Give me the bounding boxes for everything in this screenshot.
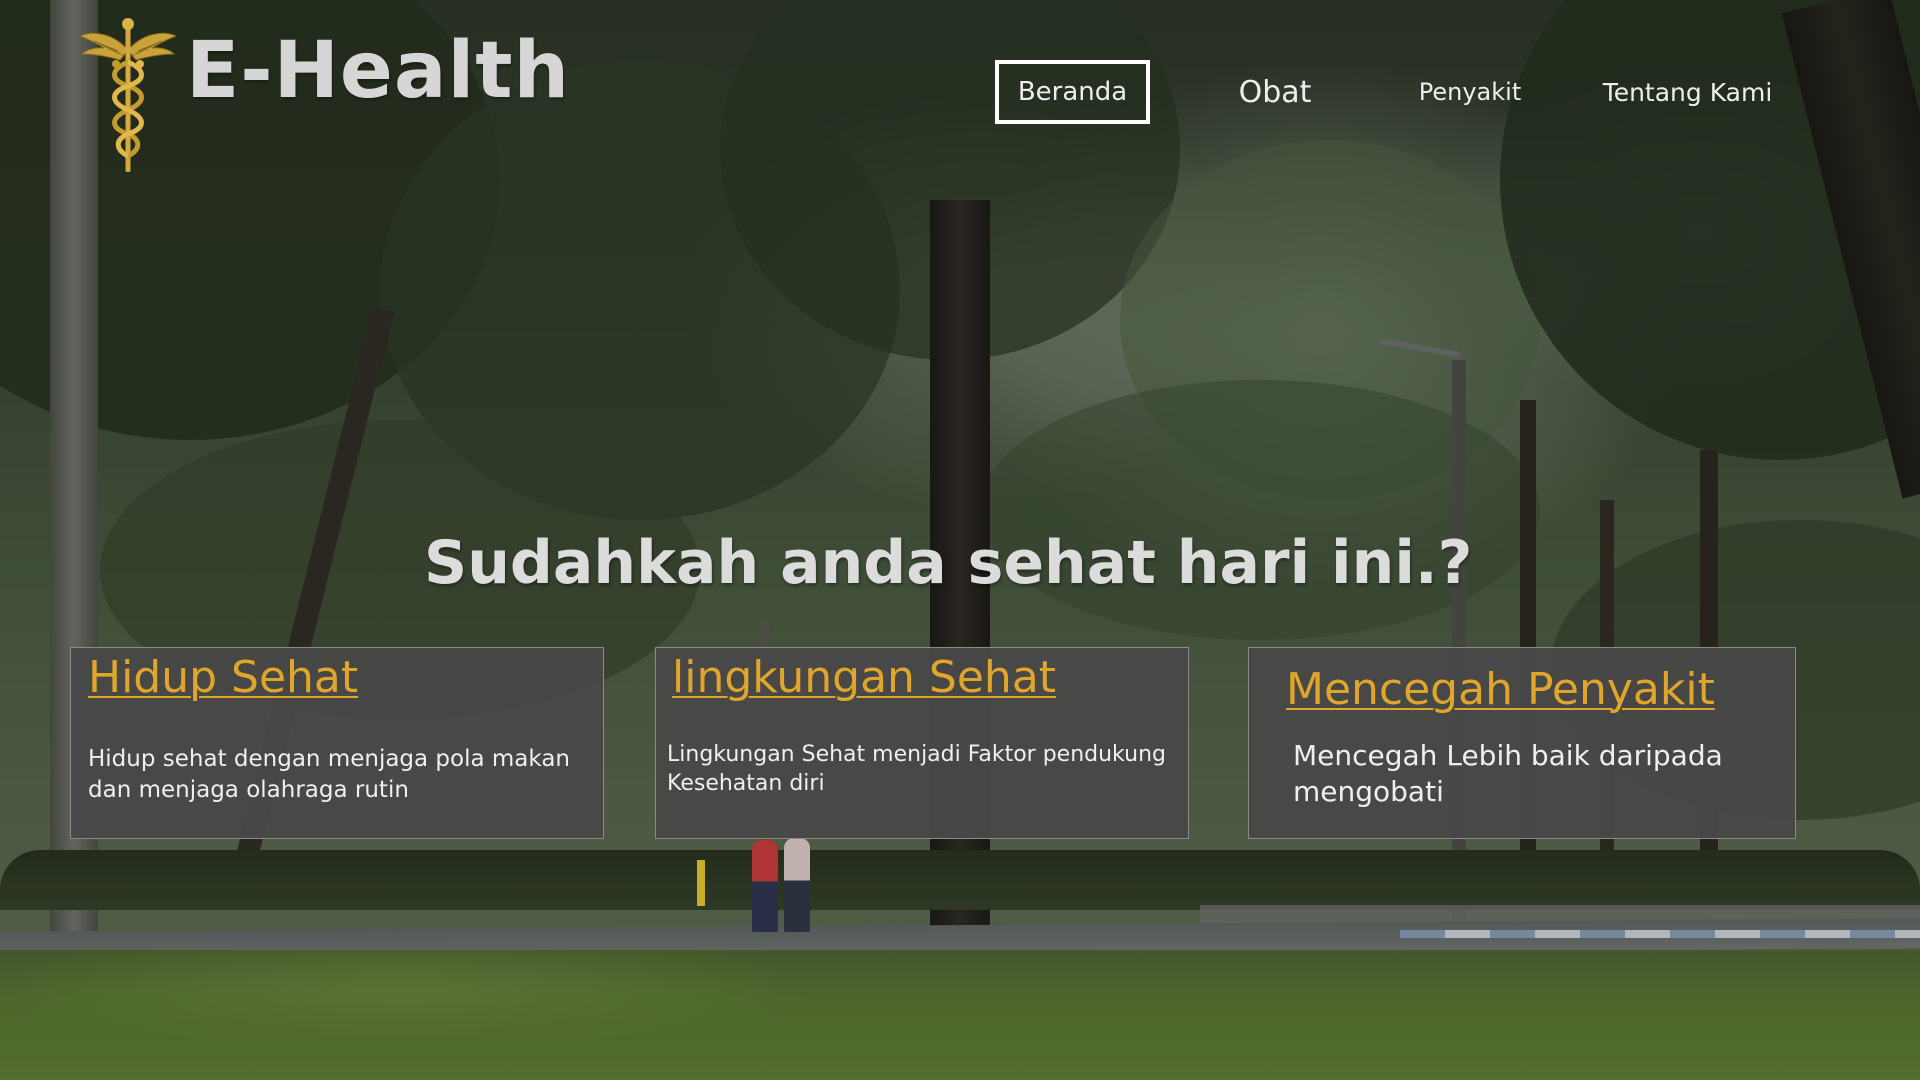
nav-item-tentang-kami[interactable]: Tentang Kami [1600, 60, 1775, 124]
nav-item-penyakit[interactable]: Penyakit [1400, 60, 1540, 124]
main-nav: Beranda Obat Penyakit Tentang Kami [995, 60, 1815, 124]
site-logo[interactable]: E-Health [80, 14, 570, 174]
logo-text: E-Health [186, 26, 571, 116]
card-title-link[interactable]: lingkungan Sehat [672, 652, 1056, 703]
nav-item-obat[interactable]: Obat [1220, 60, 1330, 124]
info-card-hidup-sehat: Hidup Sehat Hidup sehat dengan menjaga p… [70, 647, 604, 839]
card-title-link[interactable]: Mencegah Penyakit [1286, 664, 1715, 715]
info-card-mencegah-penyakit: Mencegah Penyakit Mencegah Lebih baik da… [1248, 647, 1796, 839]
hero-headline: Sudahkah anda sehat hari ini.? [424, 528, 1473, 598]
card-description: Hidup sehat dengan menjaga pola makan da… [88, 746, 570, 803]
card-description: Mencegah Lebih baik daripada mengobati [1293, 739, 1723, 809]
nav-item-beranda[interactable]: Beranda [995, 60, 1150, 124]
info-card-lingkungan-sehat: lingkungan Sehat Lingkungan Sehat menjad… [655, 647, 1189, 839]
card-description: Lingkungan Sehat menjadi Faktor pendukun… [667, 742, 1166, 797]
card-title-link[interactable]: Hidup Sehat [88, 652, 358, 703]
caduceus-icon [80, 18, 176, 172]
